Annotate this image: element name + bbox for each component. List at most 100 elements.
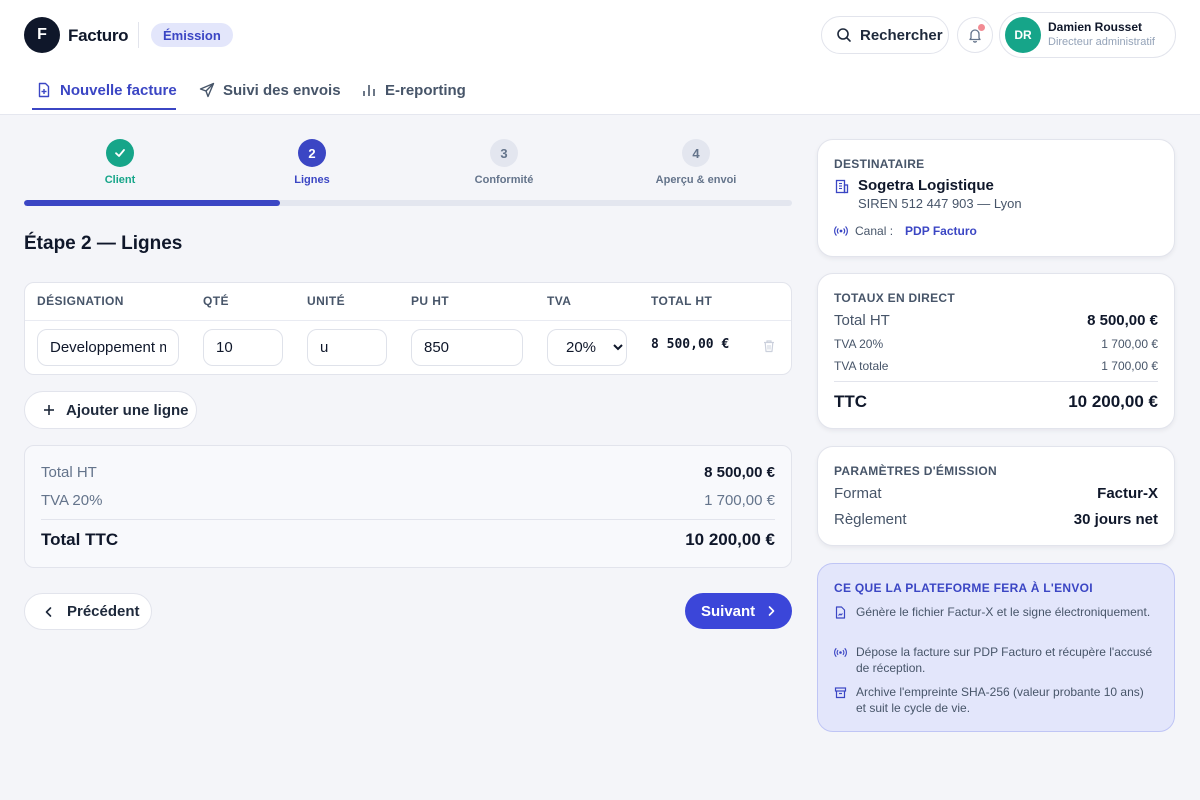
step-number: 4: [682, 139, 710, 167]
column-header: PU HT: [411, 294, 449, 308]
total-ttc-row: Total TTC 10 200,00 €: [41, 530, 775, 550]
tva-row: TVA 20% 1 700,00 €: [41, 492, 775, 509]
next-button[interactable]: Suivant: [685, 593, 792, 629]
file-plus-icon: [38, 82, 50, 98]
recipient-card: DESTINATAIRE Sogetra Logistique SIREN 51…: [817, 139, 1175, 257]
notifications-button[interactable]: [957, 17, 993, 53]
broadcast-icon: [834, 226, 848, 236]
app-logo[interactable]: F: [24, 17, 60, 53]
step-lines[interactable]: 2 Lignes: [216, 139, 408, 186]
format-label: Format: [834, 485, 882, 502]
active-tab-indicator: [32, 108, 176, 110]
page-title: Étape 2 — Lignes: [24, 233, 183, 254]
bar-chart-icon: [363, 85, 375, 96]
total-ht-row: Total HT 8 500,00 €: [41, 464, 775, 481]
user-menu[interactable]: DR Damien Rousset Directeur administrati…: [999, 12, 1176, 58]
live-tva-total-label: TVA totale: [834, 359, 889, 373]
live-totals-title: TOTAUX EN DIRECT: [834, 291, 956, 305]
previous-label: Précédent: [67, 603, 140, 620]
step-label: Aperçu & envoi: [655, 174, 737, 186]
info-item-text: Génère le fichier Factur-X et le signe é…: [856, 605, 1151, 619]
platform-info-card: CE QUE LA PLATEFORME FERA À L'ENVOI Génè…: [817, 563, 1175, 732]
live-ttc-label: TTC: [834, 392, 868, 411]
live-totals-card: TOTAUX EN DIRECT Total HT 8 500,00 € TVA…: [817, 273, 1175, 429]
trash-icon: [764, 340, 774, 353]
previous-button[interactable]: Précédent: [24, 593, 152, 630]
live-ttc-value: 10 200,00 €: [1068, 392, 1158, 411]
unit-price-input[interactable]: [411, 329, 523, 366]
add-line-button[interactable]: Ajouter une ligne: [24, 391, 197, 429]
live-tva20-row: TVA 20% 1 700,00 €: [834, 337, 1158, 351]
step-client[interactable]: Client: [24, 139, 216, 186]
totals-divider: [41, 519, 775, 520]
search-label: Rechercher: [860, 26, 943, 44]
chevron-right-icon: [768, 606, 775, 616]
notification-dot: [978, 24, 985, 31]
tab-shipments[interactable]: Suivi des envois: [199, 78, 341, 102]
payment-value: 30 jours net: [1073, 511, 1158, 528]
channel-row: Canal : PDP Facturo: [834, 224, 977, 238]
invoice-lines-table: DÉSIGNATION QTÉ UNITÉ PU HT TVA TOTAL HT…: [24, 282, 792, 375]
step-label: Lignes: [294, 174, 330, 186]
add-line-label: Ajouter une ligne: [66, 401, 189, 419]
broadcast-icon: [834, 647, 847, 658]
unit-input[interactable]: [307, 329, 387, 366]
mode-badge: Émission: [151, 23, 233, 47]
channel-label: Canal :: [855, 224, 894, 238]
step-preview-send[interactable]: 4 Aperçu & envoi: [600, 139, 792, 186]
tab-shipments-label: Suivi des envois: [223, 81, 341, 99]
emission-params-card: PARAMÈTRES D'ÉMISSION Format Factur-X Rè…: [817, 446, 1175, 546]
live-totals-divider: [834, 381, 1158, 382]
user-name: Damien Rousset: [1048, 20, 1143, 34]
stepper-progress: [24, 200, 792, 206]
quantity-input[interactable]: [203, 329, 283, 366]
column-header: DÉSIGNATION: [37, 294, 124, 308]
app-header: F Facturo Émission Rechercher DR Damien …: [0, 0, 1200, 115]
info-item: Génère le fichier Factur-X et le signe é…: [834, 604, 1154, 620]
archive-icon: [834, 687, 847, 699]
tab-ereporting[interactable]: E-reporting: [361, 78, 466, 102]
chevron-left-icon: [45, 606, 52, 617]
tab-new-invoice-label: Nouvelle facture: [60, 81, 177, 99]
designation-input[interactable]: [37, 329, 179, 366]
table-header-divider: [25, 320, 791, 321]
live-tva-total-value: 1 700,00 €: [1101, 359, 1158, 373]
step-compliance[interactable]: 3 Conformité: [408, 139, 600, 186]
column-header: TVA: [547, 294, 572, 308]
channel-value: PDP Facturo: [905, 224, 977, 238]
line-total: 8 500,00 €: [651, 337, 730, 352]
tab-new-invoice[interactable]: Nouvelle facture: [36, 78, 177, 102]
format-row: Format Factur-X: [834, 485, 1158, 502]
total-ht-label: Total HT: [41, 464, 97, 481]
live-ht-value: 8 500,00 €: [1087, 312, 1158, 329]
search-icon: [837, 28, 851, 42]
plus-icon: [44, 405, 54, 415]
info-item-text: Dépose la facture sur PDP Facturo et réc…: [856, 645, 1153, 675]
total-ht-value: 8 500,00 €: [704, 464, 775, 481]
delete-line-button[interactable]: [762, 339, 776, 358]
live-ht-label: Total HT: [834, 312, 890, 329]
tab-ereporting-label: E-reporting: [385, 81, 466, 99]
recipient-name: Sogetra Logistique: [858, 177, 994, 194]
live-ttc-row: TTC 10 200,00 €: [834, 392, 1158, 412]
live-tva20-value: 1 700,00 €: [1101, 337, 1158, 351]
payment-row: Règlement 30 jours net: [834, 511, 1158, 528]
building-icon: [835, 179, 849, 194]
payment-label: Règlement: [834, 511, 907, 528]
live-ht-row: Total HT 8 500,00 €: [834, 312, 1158, 329]
column-header: QTÉ: [203, 294, 229, 308]
app-logo-letter: F: [37, 26, 47, 43]
params-title: PARAMÈTRES D'ÉMISSION: [834, 464, 997, 478]
vat-select[interactable]: 20%: [547, 329, 627, 366]
recipient-siren: SIREN 512 447 903 — Lyon: [858, 196, 1022, 211]
total-ttc-value: 10 200,00 €: [685, 530, 775, 549]
step-number: 2: [298, 139, 326, 167]
avatar: DR: [1005, 17, 1041, 53]
search-button[interactable]: Rechercher: [821, 16, 949, 54]
live-tva-total-row: TVA totale 1 700,00 €: [834, 359, 1158, 373]
step-label: Conformité: [474, 174, 534, 186]
info-item: Archive l'empreinte SHA-256 (valeur prob…: [834, 684, 1154, 716]
file-sign-icon: [835, 606, 846, 619]
step-label: Client: [104, 174, 136, 186]
header-divider: [138, 22, 139, 48]
